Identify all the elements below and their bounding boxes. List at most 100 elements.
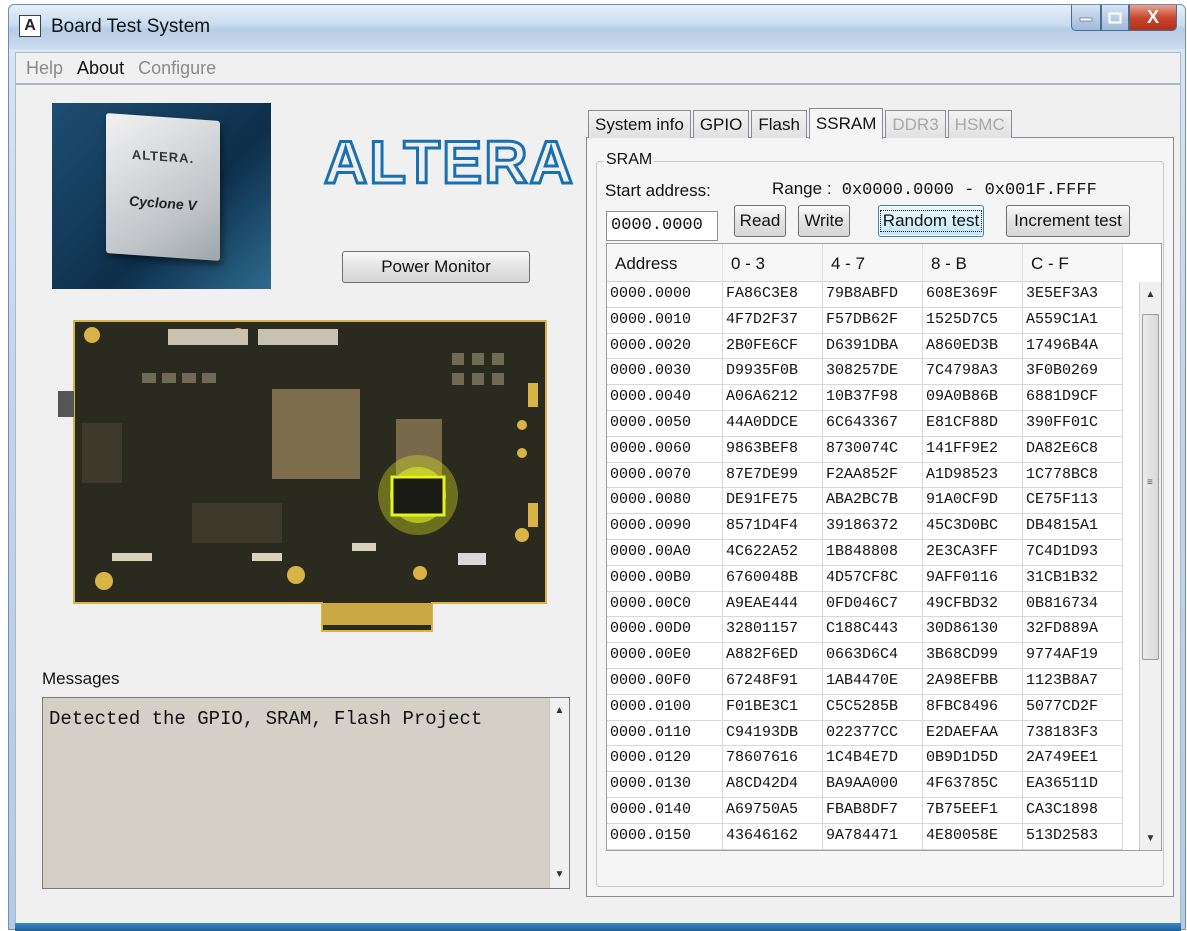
table-row[interactable]: 0000.0070 87E7DE99 F2AA852F A1D98523 1C778BC… — [607, 462, 1123, 489]
menu-help[interactable]: Help — [26, 58, 63, 79]
data-cell-4-7[interactable]: 10B37F98 — [823, 385, 923, 411]
table-row[interactable]: 0000.0030 D9935F0B 308257DE 7C4798A3 3F0B026… — [607, 359, 1123, 386]
scroll-up-icon[interactable]: ▲ — [550, 702, 569, 720]
data-cell-8-b[interactable]: 09A0B86B — [923, 385, 1023, 411]
data-cell-4-7[interactable]: 8730074C — [823, 436, 923, 463]
maximize-button[interactable] — [1101, 5, 1129, 31]
address-cell[interactable]: 0000.0140 — [607, 797, 723, 824]
tab-hsmc[interactable]: HSMC — [947, 110, 1012, 138]
data-cell-8-b[interactable]: A1D98523 — [923, 462, 1023, 489]
table-row[interactable]: 0000.0120 78607616 1C4B4E7D 0B9D1D5D 2A749EE… — [607, 746, 1123, 773]
data-cell-4-7[interactable]: 022377CC — [823, 720, 923, 747]
address-cell[interactable]: 0000.00A0 — [607, 539, 723, 566]
start-address-input[interactable]: 0000.0000 — [606, 211, 718, 241]
data-cell-c-f[interactable]: 17496B4A — [1023, 333, 1123, 360]
grid-scroll-thumb[interactable]: ≡ — [1142, 314, 1159, 660]
data-cell-8-b[interactable]: A860ED3B — [923, 333, 1023, 360]
data-cell-c-f[interactable]: 513D2583 — [1023, 823, 1123, 850]
table-row[interactable]: 0000.0060 9863BEF8 8730074C 141FF9E2 DA82E6C… — [607, 436, 1123, 463]
data-cell-4-7[interactable]: 0663D6C4 — [823, 643, 923, 669]
data-cell-8-b[interactable]: 8FBC8496 — [923, 694, 1023, 721]
data-cell-c-f[interactable]: 5077CD2F — [1023, 694, 1123, 721]
data-cell-c-f[interactable]: 738183F3 — [1023, 720, 1123, 747]
data-cell-0-3[interactable]: 4F7D2F37 — [723, 307, 823, 334]
tab-gpio[interactable]: GPIO — [692, 110, 750, 138]
data-cell-0-3[interactable]: DE91FE75 — [723, 488, 823, 515]
data-cell-8-b[interactable]: 141FF9E2 — [923, 436, 1023, 463]
write-button[interactable]: Write — [798, 205, 850, 237]
data-cell-4-7[interactable]: C188C443 — [823, 617, 923, 644]
data-cell-c-f[interactable]: 1123B8A7 — [1023, 668, 1123, 695]
address-cell[interactable]: 0000.0100 — [607, 694, 723, 721]
table-row[interactable]: 0000.0110 C94193DB 022377CC E2DAEFAA 738183F… — [607, 720, 1123, 747]
data-cell-8-b[interactable]: 2E3CA3FF — [923, 539, 1023, 566]
data-cell-0-3[interactable]: 67248F91 — [723, 668, 823, 695]
data-cell-4-7[interactable]: F2AA852F — [823, 462, 923, 489]
data-cell-4-7[interactable]: 308257DE — [823, 359, 923, 386]
address-cell[interactable]: 0000.0130 — [607, 772, 723, 798]
address-cell[interactable]: 0000.0050 — [607, 410, 723, 437]
data-cell-8-b[interactable]: 4F63785C — [923, 772, 1023, 798]
grid-scroll-down-icon[interactable]: ▼ — [1140, 830, 1161, 848]
increment-test-button[interactable]: Increment test — [1006, 205, 1130, 237]
data-cell-c-f[interactable]: 9774AF19 — [1023, 643, 1123, 669]
data-cell-0-3[interactable]: 43646162 — [723, 823, 823, 850]
address-cell[interactable]: 0000.0110 — [607, 720, 723, 747]
data-cell-0-3[interactable]: A9EAE444 — [723, 591, 823, 618]
data-cell-0-3[interactable]: D9935F0B — [723, 359, 823, 386]
close-button[interactable]: X — [1129, 5, 1177, 31]
data-cell-4-7[interactable]: 0FD046C7 — [823, 591, 923, 618]
data-cell-4-7[interactable]: BA9AA000 — [823, 772, 923, 798]
data-cell-4-7[interactable]: 1AB4470E — [823, 668, 923, 695]
address-cell[interactable]: 0000.0080 — [607, 488, 723, 515]
data-cell-8-b[interactable]: 45C3D0BC — [923, 514, 1023, 540]
grid-scroll-up-icon[interactable]: ▲ — [1140, 286, 1161, 304]
data-cell-c-f[interactable]: 7C4D1D93 — [1023, 539, 1123, 566]
data-cell-4-7[interactable]: 1B848808 — [823, 539, 923, 566]
table-row[interactable]: 0000.0040 A06A6212 10B37F98 09A0B86B 6881D9C… — [607, 385, 1123, 411]
data-cell-4-7[interactable]: 1C4B4E7D — [823, 746, 923, 773]
table-row[interactable]: 0000.0090 8571D4F4 39186372 45C3D0BC DB4815A… — [607, 514, 1123, 540]
minimize-button[interactable] — [1071, 5, 1101, 31]
data-cell-4-7[interactable]: 4D57CF8C — [823, 565, 923, 592]
address-cell[interactable]: 0000.0000 — [607, 282, 723, 308]
sram-data-grid[interactable]: Address 0 - 3 4 - 7 8 - B C - F 0000.000… — [606, 243, 1162, 851]
data-cell-c-f[interactable]: 2A749EE1 — [1023, 746, 1123, 773]
data-cell-c-f[interactable]: 390FF01C — [1023, 410, 1123, 437]
data-cell-4-7[interactable]: 79B8ABFD — [823, 282, 923, 308]
table-row[interactable]: 0000.0130 A8CD42D4 BA9AA000 4F63785C EA36511… — [607, 772, 1123, 798]
data-cell-8-b[interactable]: 2A98EFBB — [923, 668, 1023, 695]
table-row[interactable]: 0000.0080 DE91FE75 ABA2BC7B 91A0CF9D CE75F11… — [607, 488, 1123, 515]
data-cell-4-7[interactable]: F57DB62F — [823, 307, 923, 334]
data-cell-0-3[interactable]: 6760048B — [723, 565, 823, 592]
tab-system-info[interactable]: System info — [588, 110, 691, 138]
tab-flash[interactable]: Flash — [751, 110, 807, 138]
address-cell[interactable]: 0000.00E0 — [607, 643, 723, 669]
data-cell-8-b[interactable]: 9AFF0116 — [923, 565, 1023, 592]
table-row[interactable]: 0000.00B0 6760048B 4D57CF8C 9AFF0116 31CB1B3… — [607, 565, 1123, 592]
tab-ssram[interactable]: SSRAM — [808, 108, 884, 139]
messages-scrollbar[interactable]: ▲ ▼ — [549, 698, 569, 888]
data-cell-4-7[interactable]: 9A784471 — [823, 823, 923, 850]
messages-box[interactable]: Detected the GPIO, SRAM, Flash Project ▲… — [42, 697, 570, 889]
table-row[interactable]: 0000.00F0 67248F91 1AB4470E 2A98EFBB 1123B8A… — [607, 668, 1123, 695]
data-cell-0-3[interactable]: FA86C3E8 — [723, 282, 823, 308]
address-cell[interactable]: 0000.00F0 — [607, 668, 723, 695]
address-cell[interactable]: 0000.0070 — [607, 462, 723, 489]
col-c-f[interactable]: C - F — [1023, 244, 1123, 282]
tab-ddr3[interactable]: DDR3 — [885, 110, 946, 138]
data-cell-8-b[interactable]: 608E369F — [923, 282, 1023, 308]
table-row[interactable]: 0000.0020 2B0FE6CF D6391DBA A860ED3B 17496B4… — [607, 333, 1123, 360]
data-cell-4-7[interactable]: 6C643367 — [823, 410, 923, 437]
data-cell-8-b[interactable]: 3B68CD99 — [923, 643, 1023, 669]
data-cell-c-f[interactable]: CE75F113 — [1023, 488, 1123, 515]
data-cell-4-7[interactable]: FBAB8DF7 — [823, 797, 923, 824]
table-row[interactable]: 0000.00A0 4C622A52 1B848808 2E3CA3FF 7C4D1D9… — [607, 539, 1123, 566]
data-cell-8-b[interactable]: 49CFBD32 — [923, 591, 1023, 618]
address-cell[interactable]: 0000.0060 — [607, 436, 723, 463]
data-cell-0-3[interactable]: A882F6ED — [723, 643, 823, 669]
data-cell-8-b[interactable]: 1525D7C5 — [923, 307, 1023, 334]
data-cell-c-f[interactable]: DA82E6C8 — [1023, 436, 1123, 463]
address-cell[interactable]: 0000.0040 — [607, 385, 723, 411]
table-row[interactable]: 0000.0000 FA86C3E8 79B8ABFD 608E369F 3E5EF3A… — [607, 282, 1123, 308]
